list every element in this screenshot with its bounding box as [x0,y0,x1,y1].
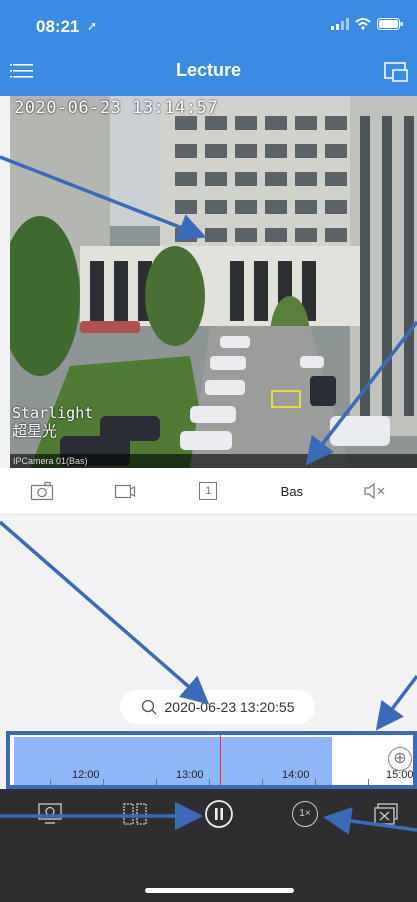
playback-timeline[interactable]: 12:00 13:00 14:00 15:00 ⊕ [6,731,417,789]
search-datetime: 2020-06-23 13:20:55 [164,699,295,715]
timeline-label: 14:00 [282,769,310,781]
mute-icon [364,482,385,500]
timeline-tick [156,779,157,785]
osd-starlight-line2: 超星光 [12,422,58,440]
osd-starlight: Starlight 超星光 [12,404,93,440]
osd-timestamp: 2020-06-23 13:14:57 [14,98,218,118]
timeline-tick [50,779,51,785]
page-title: Lecture [175,60,242,80]
window-icon[interactable] [383,59,409,83]
pause-button[interactable] [199,797,239,831]
channel-box: 1 [199,482,218,500]
status-bar: 08:21 ➚ [0,0,417,44]
channel-label: 1 [205,485,212,497]
camera-icon [30,481,53,501]
speed-button[interactable]: 1× [285,797,325,831]
date-search-button[interactable]: 2020-06-23 13:20:55 [120,690,315,724]
video-toolbar: 1 Bas [0,468,417,515]
speed-label: 1× [299,808,311,819]
timeline-tick [315,779,316,785]
split-view-button[interactable] [115,797,155,831]
stream-label: Bas [280,483,304,499]
zoom-in-button[interactable]: ⊕ [388,747,412,771]
speed-icon: 1× [292,801,318,827]
nav-bar: Lecture [0,44,417,96]
wifi-icon [355,18,371,30]
status-icons [331,18,403,30]
split-icon [123,803,147,825]
video-player[interactable]: 2020-06-23 13:14:57 Starlight 超星光 IPCame… [10,96,417,468]
timeline-tick [368,779,369,785]
timeline-cursor[interactable] [220,735,221,785]
battery-icon [377,18,403,30]
screenshot-button[interactable] [30,797,70,831]
zoom-in-icon: ⊕ [393,750,407,767]
timeline-label: 13:00 [176,769,204,781]
signal-icon [331,18,349,30]
location-icon: ➚ [87,19,98,33]
timeline-tick [103,779,104,785]
screenshot-icon [38,803,62,824]
channel-button[interactable]: 1 [188,476,228,506]
timeline-tick [262,779,263,785]
record-button[interactable] [105,476,145,506]
pause-icon [205,800,233,828]
arrow-to-timeline [375,674,417,731]
camera-label: IPCamera 01(Bas) [10,454,417,468]
arrow-to-search [0,520,210,705]
record-icon [114,484,136,499]
timeline-label: 12:00 [72,769,100,781]
playback-controls: 1× [0,789,417,902]
close-window-icon [374,803,398,825]
snapshot-button[interactable] [22,476,62,506]
stream-quality-button[interactable]: Bas [272,476,312,506]
status-time: 08:21 [36,17,80,36]
osd-starlight-line1: Starlight [12,404,94,422]
close-window-button[interactable] [366,797,406,831]
home-indicator [145,888,294,893]
timeline-tick [209,779,210,785]
search-icon [141,699,156,715]
mute-button[interactable] [355,476,395,506]
